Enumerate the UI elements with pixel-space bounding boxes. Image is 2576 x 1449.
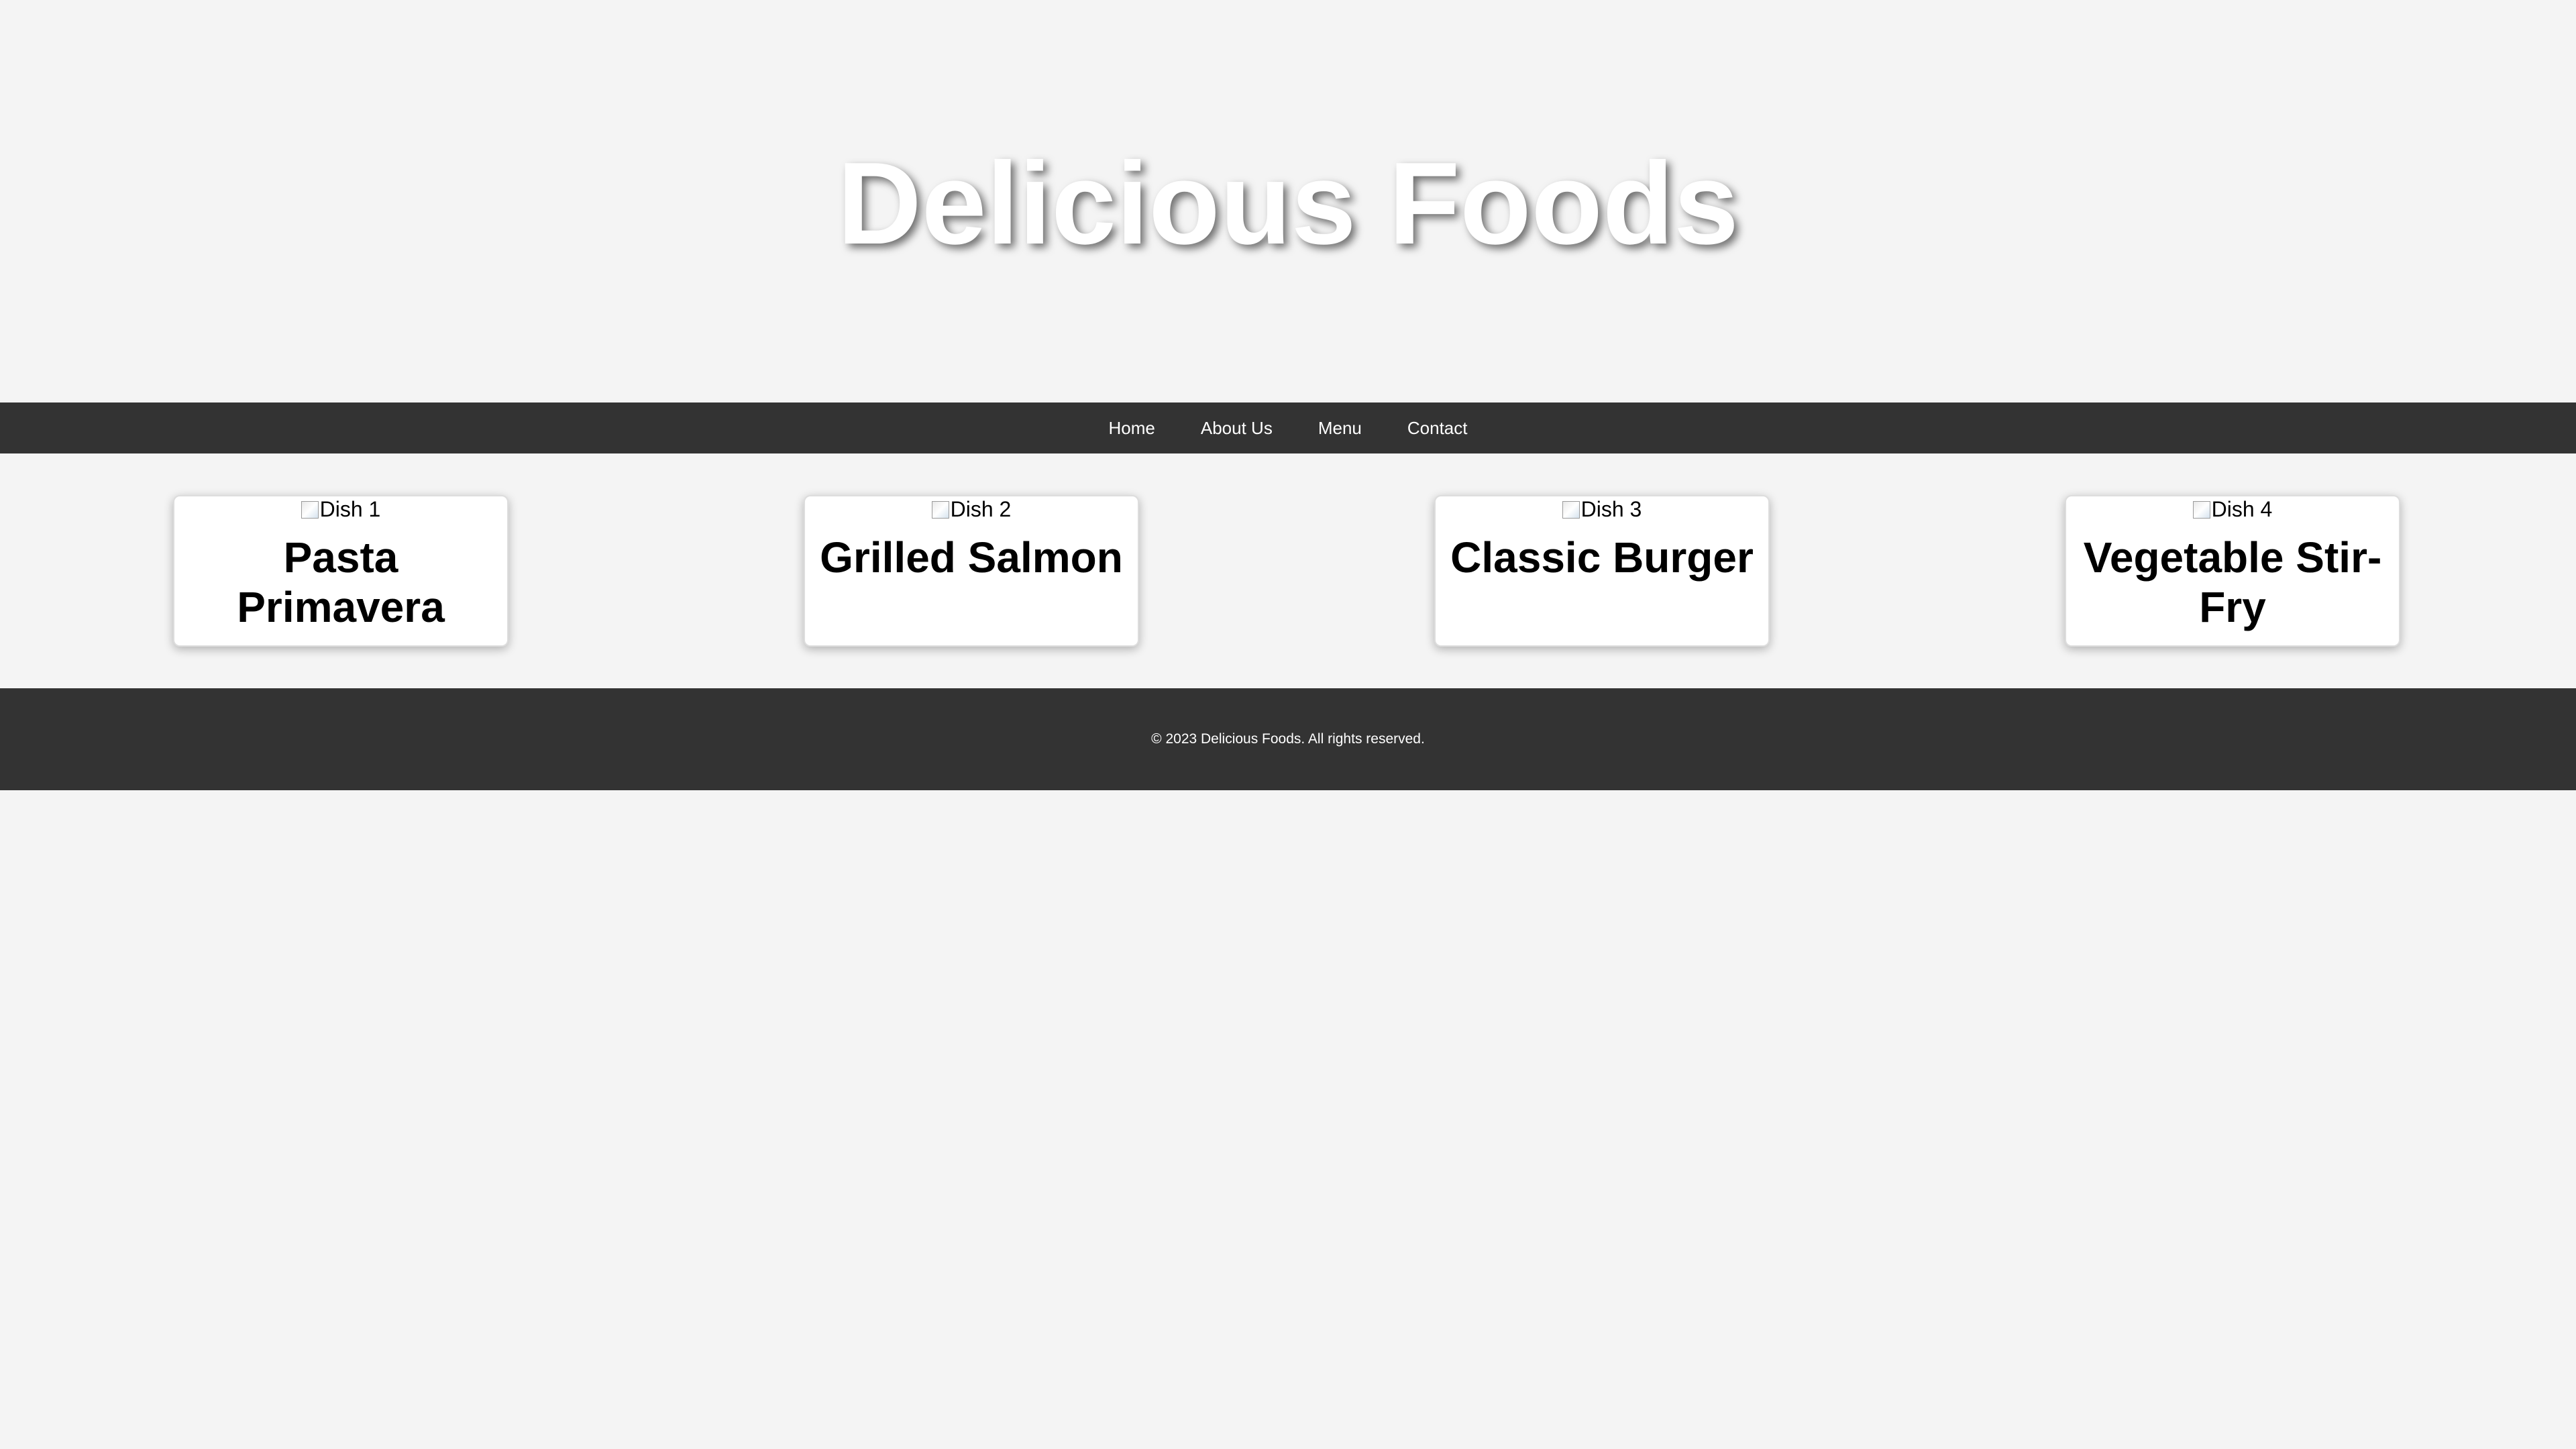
dish-image: Dish 2 [805, 496, 1138, 522]
dish-image-alt: Dish 3 [1580, 497, 1642, 521]
dish-gallery: Dish 1 Pasta Primavera Dish 2 Grilled Sa… [0, 495, 2576, 647]
broken-image-icon [1562, 501, 1580, 519]
dish-card: Dish 3 Classic Burger [1434, 495, 1770, 647]
broken-image-icon [2192, 501, 2210, 519]
nav-about-link[interactable]: About Us [1201, 402, 1273, 453]
site-title: Delicious Foods [837, 138, 1739, 268]
dish-card: Dish 1 Pasta Primavera [173, 495, 508, 647]
dish-card: Dish 2 Grilled Salmon [804, 495, 1139, 647]
site-footer: © 2023 Delicious Foods. All rights reser… [0, 688, 2576, 790]
broken-image-icon [931, 501, 949, 519]
dish-image: Dish 4 [2066, 496, 2399, 522]
dish-name: Grilled Salmon [820, 533, 1123, 582]
main-nav: Home About Us Menu Contact [0, 402, 2576, 453]
dish-image: Dish 3 [1436, 496, 1768, 522]
dish-image-alt: Dish 1 [319, 497, 381, 521]
dish-image: Dish 1 [174, 496, 507, 522]
dish-name: Pasta Primavera [237, 533, 445, 631]
nav-home-link[interactable]: Home [1109, 402, 1155, 453]
hero-header: Delicious Foods [0, 0, 2576, 402]
nav-contact-link[interactable]: Contact [1407, 402, 1468, 453]
nav-menu-link[interactable]: Menu [1318, 402, 1362, 453]
dish-image-alt: Dish 4 [2211, 497, 2273, 521]
broken-image-icon [301, 501, 319, 519]
dish-name: Vegetable Stir-Fry [2083, 533, 2382, 631]
dish-image-alt: Dish 2 [950, 497, 1012, 521]
copyright-text: © 2023 Delicious Foods. All rights reser… [1151, 731, 1425, 747]
dish-name: Classic Burger [1450, 533, 1754, 582]
dish-card: Dish 4 Vegetable Stir-Fry [2065, 495, 2400, 647]
